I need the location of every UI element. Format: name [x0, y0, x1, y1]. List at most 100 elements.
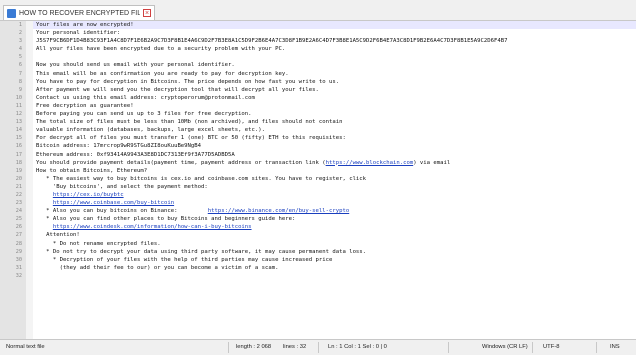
url-link[interactable]: https://cex.io/buybtc: [53, 192, 124, 198]
line-text: All your files have been encrypted due t…: [36, 45, 632, 53]
url-link[interactable]: https://www.binance.com/en/buy-sell-cryp…: [208, 208, 349, 214]
url-link[interactable]: https://www.blockchain.com: [326, 160, 414, 166]
notepad-window: HOW TO RECOVER ENCRYPTED FILES.txt × 1 Yo…: [0, 0, 636, 355]
url-link[interactable]: https://www.coindesk.com/information/how…: [53, 224, 252, 230]
editor-line[interactable]: 8 You have to pay for decryption in Bitco…: [0, 78, 636, 86]
line-text: 'Buy bitcoins', and select the payment m…: [36, 183, 632, 191]
line-number: 10: [15, 94, 22, 101]
status-eol: Windows (CR LF): [482, 344, 528, 350]
line-number: 26: [15, 224, 22, 231]
editor-line[interactable]: 23 https://www.coinbase.com/buy-bitcoin: [0, 199, 636, 207]
editor-line[interactable]: 21 'Buy bitcoins', and select the paymen…: [0, 183, 636, 191]
line-text-content: * Do not try to decrypt your data using …: [36, 248, 367, 255]
editor-line[interactable]: 24 * Also you can buy bitcoins on Binanc…: [0, 207, 636, 215]
line-text: https://cex.io/buybtc: [36, 191, 632, 199]
line-text-content: Your files are now encrypted!: [36, 22, 134, 28]
line-text-content: * Do not rename encrypted files.: [36, 240, 161, 247]
editor-line[interactable]: 10 Contact us using this email address: c…: [0, 94, 636, 102]
editor-line[interactable]: 19 How to obtain Bitcoins, Ethereum?: [0, 167, 636, 175]
status-divider: [448, 342, 449, 353]
editor-line[interactable]: 26 https://www.coindesk.com/information/…: [0, 223, 636, 231]
line-text: Bitcoin address: 17mrcrop9wR9STGu8ZI8ouK…: [36, 142, 632, 150]
editor-line[interactable]: 22 https://cex.io/buybtc: [0, 191, 636, 199]
line-text-content: Now you should send us email with your p…: [36, 62, 235, 69]
line-text: Your files are now encrypted!: [36, 21, 632, 29]
editor-line[interactable]: 20 * The easiest way to buy bitcoins is …: [0, 175, 636, 183]
editor-line[interactable]: 29 * Do not try to decrypt your data usi…: [0, 248, 636, 256]
editor-line[interactable]: 27 Attention!: [0, 231, 636, 239]
line-text-content: [36, 200, 53, 206]
line-text: Contact us using this email address: cry…: [36, 94, 632, 102]
url-link[interactable]: https://www.coinbase.com/buy-bitcoin: [53, 200, 174, 206]
status-file-type: Normal text file: [6, 344, 45, 350]
line-number: 3: [18, 38, 22, 45]
close-tab-icon[interactable]: ×: [143, 9, 151, 17]
editor-line[interactable]: 28 * Do not rename encrypted files.: [0, 240, 636, 248]
line-text-content: Attention!: [36, 232, 80, 239]
editor-line[interactable]: 25 * Also you can find other places to b…: [0, 215, 636, 223]
editor-line[interactable]: 1 Your files are now encrypted!: [0, 21, 636, 29]
line-text-content: 'Buy bitcoins', and select the payment m…: [36, 183, 208, 190]
line-text: https://www.coindesk.com/information/how…: [36, 223, 632, 231]
text-editor[interactable]: 1 Your files are now encrypted! 2 Your pers…: [0, 21, 636, 339]
line-number: 2: [18, 30, 22, 37]
line-number: 12: [15, 111, 22, 118]
status-encoding: UTF-8: [543, 344, 560, 350]
line-number: 32: [15, 272, 22, 279]
editor-line[interactable]: 9 After payment we will send you the decr…: [0, 86, 636, 94]
line-text: https://www.coinbase.com/buy-bitcoin: [36, 199, 632, 207]
line-text: The total size of files must be less tha…: [36, 118, 632, 126]
file-tab-label: HOW TO RECOVER ENCRYPTED FILES.txt: [19, 9, 140, 17]
line-number: 19: [15, 167, 22, 174]
line-text: * Do not rename encrypted files.: [36, 240, 632, 248]
line-text-content: You should provide payment details(payme…: [36, 159, 326, 166]
editor-line[interactable]: 6 Now you should send us email with your …: [0, 61, 636, 69]
line-text: How to obtain Bitcoins, Ethereum?: [36, 167, 632, 175]
line-text: * The easiest way to buy bitcoins is cex…: [36, 175, 632, 183]
editor-line[interactable]: 7 This email will be as confirmation you …: [0, 70, 636, 78]
status-position: Ln : 1 Col : 1 Sel : 0 | 0: [328, 344, 387, 350]
editor-line[interactable]: 12 Before paying you can send us up to 3 …: [0, 110, 636, 118]
editor-line[interactable]: 15 For decrypt all of files you must tran…: [0, 134, 636, 142]
line-number: 5: [18, 54, 22, 61]
line-number: 7: [18, 70, 22, 77]
editor-line[interactable]: 30 * Decryption of your files with the h…: [0, 256, 636, 264]
line-text: This email will be as confirmation you a…: [36, 70, 632, 78]
editor-line[interactable]: 16 Bitcoin address: 17mrcrop9wR9STGu8ZI8o…: [0, 142, 636, 150]
line-text: Your personal identifier:: [36, 29, 632, 37]
line-number: 31: [15, 264, 22, 271]
line-text: Before paying you can send us up to 3 fi…: [36, 110, 632, 118]
line-text: * Also you can buy bitcoins on Binance: …: [36, 207, 632, 215]
editor-line[interactable]: 17 Ethereum address: 0xf93414A9943A3E8D1D…: [0, 151, 636, 159]
editor-line[interactable]: 31 (they add their fee to our) or you ca…: [0, 264, 636, 272]
status-bar: Normal text file length : 2 068 lines : …: [0, 339, 636, 355]
line-text-content: valuable information (databases, backups…: [36, 127, 266, 134]
line-number: 27: [15, 232, 22, 239]
line-number: 18: [15, 159, 22, 166]
line-text: You have to pay for decryption in Bitcoi…: [36, 78, 632, 86]
editor-line[interactable]: 2 Your personal identifier:: [0, 29, 636, 37]
status-insert-mode: INS: [610, 344, 620, 350]
editor-line[interactable]: 14 valuable information (databases, backu…: [0, 126, 636, 134]
line-text-content: * Also you can buy bitcoins on Binance:: [36, 208, 208, 215]
line-text-content: [36, 224, 53, 230]
file-icon: [7, 8, 16, 18]
editor-line[interactable]: 18 You should provide payment details(pay…: [0, 159, 636, 167]
tab-bar: HOW TO RECOVER ENCRYPTED FILES.txt ×: [0, 0, 636, 21]
line-text-content: Contact us using this email address: cry…: [36, 94, 255, 101]
editor-line[interactable]: 3 J5S7F9CB6DF1D4B83C93F1A4C8D7F1E6B2A9C7D…: [0, 37, 636, 45]
line-text: Attention!: [36, 231, 632, 239]
line-number: 15: [15, 135, 22, 142]
status-lines: lines : 32: [283, 344, 307, 350]
editor-line[interactable]: 13 The total size of files must be less t…: [0, 118, 636, 126]
editor-line[interactable]: 4 All your files have been encrypted due …: [0, 45, 636, 53]
line-text-content: * The easiest way to buy bitcoins is cex…: [36, 175, 367, 182]
line-text-content: You have to pay for decryption in Bitcoi…: [36, 78, 340, 85]
editor-line[interactable]: 11 Free decryption as guarantee!: [0, 102, 636, 110]
line-number: 13: [15, 119, 22, 126]
file-tab[interactable]: HOW TO RECOVER ENCRYPTED FILES.txt ×: [3, 5, 155, 20]
line-text: * Do not try to decrypt your data using …: [36, 248, 632, 256]
line-text-tail: ) via email: [413, 159, 451, 166]
editor-line[interactable]: 32: [0, 272, 636, 280]
editor-line[interactable]: 5: [0, 53, 636, 61]
